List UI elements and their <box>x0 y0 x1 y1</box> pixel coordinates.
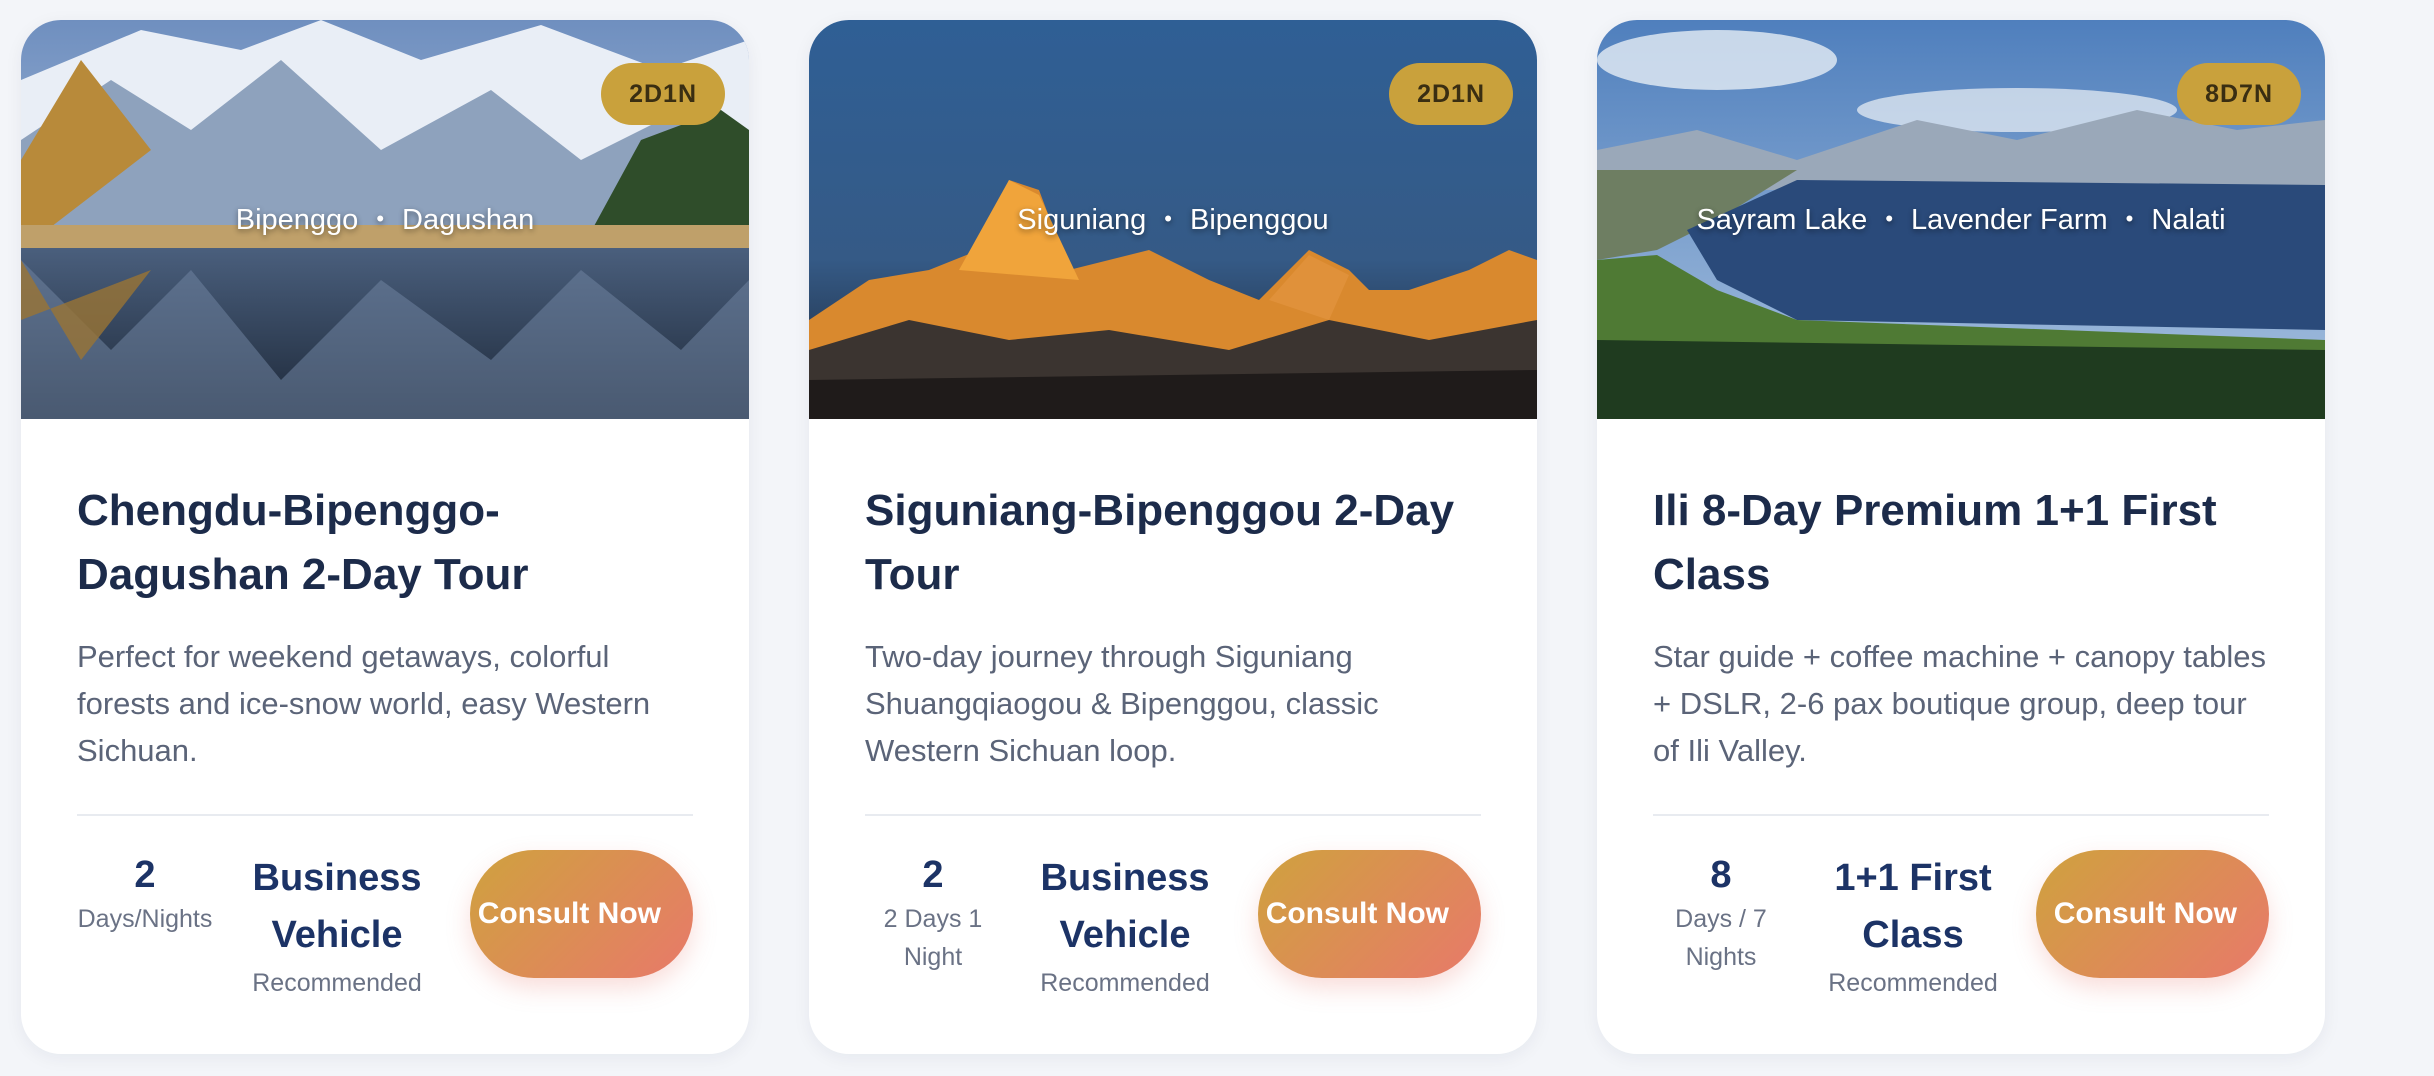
tour-description: Two-day journey through Siguniang Shuang… <box>865 639 1379 768</box>
tour-card-body: Ili 8-Day Premium 1+1 First Class Star g… <box>1653 479 2269 997</box>
tour-hero-image: 8D7N Sayram Lake • Lavender Farm • Nalati <box>1597 20 2325 419</box>
divider <box>865 814 1481 816</box>
route-stop: Bipenggou <box>1190 204 1329 236</box>
tour-description: Perfect for weekend getaways, colorful f… <box>77 639 651 768</box>
consult-now-button[interactable]: Consult Now <box>470 850 693 978</box>
tour-description: Star guide + coffee machine + canopy tab… <box>1653 639 2266 768</box>
tour-card[interactable]: 2D1N Siguniang • Bipenggou Siguniang-Bipen… <box>809 20 1537 1054</box>
duration-badge: 8D7N <box>2177 63 2301 125</box>
route-stops: Siguniang • Bipenggou <box>809 204 1537 237</box>
divider <box>77 814 693 816</box>
duration-stat: 2 2 Days 1 Night <box>865 850 1001 976</box>
duration-value: 8 <box>1710 854 1732 896</box>
consult-now-button[interactable]: Consult Now <box>2036 850 2269 978</box>
route-stops: Sayram Lake • Lavender Farm • Nalati <box>1597 204 2325 237</box>
tour-stats: 2 Days/Nights Business Vehicle Recommend… <box>77 850 693 997</box>
tour-stats: 2 2 Days 1 Night Business Vehicle Recomm… <box>865 850 1481 997</box>
vehicle-stat: Business Vehicle Recommended <box>247 850 427 1002</box>
vehicle-value: Business Vehicle <box>1040 857 1210 956</box>
duration-stat: 8 Days / 7 Nights <box>1653 850 1789 976</box>
duration-label: 2 Days 1 Night <box>883 905 983 971</box>
tour-card-list: 2D1N Bipenggo • Dagushan Chengdu-Bipenggo-… <box>0 0 2434 1076</box>
tour-card-body: Siguniang-Bipenggou 2-Day Tour Two-day j… <box>865 479 1481 997</box>
vehicle-stat: Business Vehicle Recommended <box>1035 850 1215 1002</box>
tour-card[interactable]: 8D7N Sayram Lake • Lavender Farm • Nalati Il… <box>1597 20 2325 1054</box>
vehicle-label: Recommended <box>1828 969 1998 997</box>
duration-value: 2 <box>134 854 156 896</box>
route-stop: Siguniang <box>1017 204 1147 236</box>
bullet-separator-icon: • <box>2125 206 2134 231</box>
consult-now-button[interactable]: Consult Now <box>1258 850 1481 978</box>
route-stop: Lavender Farm <box>1911 204 2108 236</box>
tour-hero-image: 2D1N Siguniang • Bipenggou <box>809 20 1537 419</box>
tour-title: Siguniang-Bipenggou 2-Day Tour <box>865 486 1455 599</box>
duration-value: 2 <box>922 854 944 896</box>
tour-stats: 8 Days / 7 Nights 1+1 First Class Recomm… <box>1653 850 2269 997</box>
tour-title: Ili 8-Day Premium 1+1 First Class <box>1653 486 2217 599</box>
duration-badge: 2D1N <box>601 63 725 125</box>
vehicle-label: Recommended <box>1040 969 1210 997</box>
bullet-separator-icon: • <box>1885 206 1894 231</box>
duration-label: Days / 7 Nights <box>1675 905 1767 971</box>
route-stop: Dagushan <box>402 204 535 236</box>
duration-badge: 2D1N <box>1389 63 1513 125</box>
bullet-separator-icon: • <box>1164 206 1172 231</box>
bullet-separator-icon: • <box>376 206 385 231</box>
vehicle-value: 1+1 First Class <box>1834 857 1992 956</box>
vehicle-stat: 1+1 First Class Recommended <box>1823 850 2003 1002</box>
route-stop: Sayram Lake <box>1696 204 1868 236</box>
divider <box>1653 814 2269 816</box>
vehicle-label: Recommended <box>252 969 422 997</box>
vehicle-value: Business Vehicle <box>252 857 422 956</box>
duration-stat: 2 Days/Nights <box>77 850 213 938</box>
tour-card-body: Chengdu-Bipenggo-Dagushan 2-Day Tour Per… <box>77 479 693 997</box>
route-stop: Nalati <box>2151 204 2226 236</box>
tour-hero-image: 2D1N Bipenggo • Dagushan <box>21 20 749 419</box>
duration-label: Days/Nights <box>77 905 213 933</box>
tour-title: Chengdu-Bipenggo-Dagushan 2-Day Tour <box>77 486 529 599</box>
tour-card[interactable]: 2D1N Bipenggo • Dagushan Chengdu-Bipenggo-… <box>21 20 749 1054</box>
route-stop: Bipenggo <box>235 204 359 236</box>
route-stops: Bipenggo • Dagushan <box>21 204 749 237</box>
